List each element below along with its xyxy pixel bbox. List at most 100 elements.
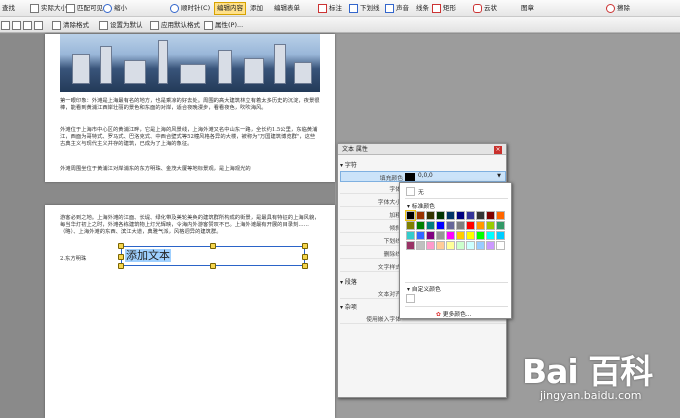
color-wheel-icon: ✿ <box>436 312 441 318</box>
color-swatch[interactable] <box>466 221 475 230</box>
color-swatch[interactable] <box>496 211 505 220</box>
fill-color-row[interactable]: 填充颜色 0,0,0 ▼ <box>340 171 506 182</box>
paragraph: 外滩位于上海市中心区的黄浦江畔，它是上海的风景线，上海外滩又名中山东一路，全长约… <box>60 127 318 147</box>
color-swatch[interactable] <box>466 241 475 250</box>
color-swatch[interactable] <box>426 211 435 220</box>
annotation-button[interactable]: 标注 <box>318 2 342 15</box>
resize-handle[interactable] <box>302 254 308 260</box>
color-swatch[interactable] <box>446 241 455 250</box>
resize-handle[interactable] <box>210 263 216 269</box>
color-swatch[interactable] <box>446 221 455 230</box>
color-swatch[interactable] <box>426 231 435 240</box>
properties-icon <box>204 21 213 30</box>
cloud-button[interactable]: 云状 <box>473 2 497 15</box>
chart-button[interactable]: 图章 <box>521 2 534 15</box>
color-swatch[interactable] <box>446 211 455 220</box>
color-swatch[interactable] <box>436 231 445 240</box>
color-swatch[interactable] <box>496 221 505 230</box>
align-left-icon <box>1 21 10 30</box>
align-buttons[interactable] <box>1 19 43 32</box>
color-swatch[interactable] <box>486 221 495 230</box>
document-page-1: 第一眼印象：外滩是上海最有名的地方，也是乘凉的好去处。周围的高大建筑林立有着太多… <box>45 34 335 182</box>
underline-icon <box>349 4 358 13</box>
clear-format-button[interactable]: 清除格式 <box>52 19 89 32</box>
arrange-button[interactable]: 查找 <box>2 2 15 15</box>
color-swatch[interactable] <box>486 241 495 250</box>
color-swatch[interactable] <box>476 221 485 230</box>
no-color-swatch[interactable] <box>406 187 415 196</box>
apply-default-format-button[interactable]: 应用默认格式 <box>150 19 200 32</box>
sound-button[interactable]: 声音 <box>385 2 409 15</box>
erase-button[interactable]: 擦除 <box>606 2 630 15</box>
pentagon-icon <box>473 4 482 13</box>
set-default-button[interactable]: 设置为默认 <box>99 19 143 32</box>
watermark-brand: Bai 百科 <box>522 352 653 391</box>
baidu-watermark: Bai 百科 jingyan.baidu.com <box>522 345 672 409</box>
color-swatch[interactable] <box>426 221 435 230</box>
color-swatch[interactable] <box>416 221 425 230</box>
color-swatch[interactable] <box>406 221 415 230</box>
color-swatch[interactable] <box>476 211 485 220</box>
edit-content-tab[interactable]: 编辑内容 <box>214 2 246 15</box>
actual-size-button[interactable]: 实际大小 <box>30 2 67 15</box>
color-swatch[interactable] <box>486 231 495 240</box>
zoom-out-button[interactable]: 缩小 <box>103 2 127 15</box>
edit-form-button[interactable]: 编辑表单 <box>274 2 300 15</box>
custom-color-swatch[interactable] <box>406 294 415 303</box>
color-swatch[interactable] <box>405 210 416 221</box>
color-swatch[interactable] <box>476 241 485 250</box>
rotate-cw-button[interactable]: 顺时针(C) <box>170 2 210 15</box>
city-skyline-photo <box>60 34 320 92</box>
watermark-url: jingyan.baidu.com <box>540 389 642 402</box>
color-swatch[interactable] <box>426 241 435 250</box>
color-swatch[interactable] <box>456 221 465 230</box>
section-paragraph[interactable]: ▾ 段落 <box>340 277 357 286</box>
resize-handle[interactable] <box>302 243 308 249</box>
color-swatch[interactable] <box>486 211 495 220</box>
color-swatch[interactable] <box>496 241 505 250</box>
fill-label: 填充颜色 <box>379 176 403 182</box>
no-color-label[interactable]: 无 <box>418 187 424 196</box>
lines-button[interactable]: 线条 <box>416 2 429 15</box>
rectangle-button[interactable]: 矩形 <box>432 2 456 15</box>
close-icon[interactable]: × <box>494 146 502 154</box>
color-swatch[interactable] <box>436 241 445 250</box>
color-swatch[interactable] <box>416 211 425 220</box>
more-colors-button[interactable]: ✿ 更多颜色... <box>436 309 471 318</box>
color-palette-dropdown: 无 ▾ 标准颜色 ▾ 自定义颜色 ✿ 更多颜色... <box>399 182 512 319</box>
color-swatch[interactable] <box>496 231 505 240</box>
properties-button[interactable]: 属性(P)... <box>204 19 243 32</box>
color-swatch[interactable] <box>466 231 475 240</box>
chevron-down-icon[interactable]: ▼ <box>497 173 501 179</box>
color-swatch[interactable] <box>406 231 415 240</box>
add-button[interactable]: 添加 <box>250 2 263 15</box>
rotate-icon <box>170 4 179 13</box>
resize-handle[interactable] <box>118 263 124 269</box>
paragraph: 第一眼印象：外滩是上海最有名的地方，也是乘凉的好去处。周围的高大建筑林立有着太多… <box>60 98 320 111</box>
align-center-icon <box>12 21 21 30</box>
rectangle-icon <box>432 4 441 13</box>
custom-colors-label: ▾ 自定义颜色 <box>407 287 441 293</box>
resize-handle[interactable] <box>302 263 308 269</box>
color-swatch[interactable] <box>476 231 485 240</box>
color-swatch[interactable] <box>446 231 455 240</box>
color-swatch[interactable] <box>416 241 425 250</box>
resize-handle[interactable] <box>210 243 216 249</box>
section-char[interactable]: ▾ 字符 <box>340 160 357 169</box>
resize-handle[interactable] <box>118 243 124 249</box>
section-misc[interactable]: ▾ 杂项 <box>340 302 357 311</box>
selected-text[interactable]: 添加文本 <box>125 249 171 262</box>
color-swatch[interactable] <box>466 211 475 220</box>
color-swatch[interactable] <box>456 211 465 220</box>
underline-button[interactable]: 下划线 <box>349 2 380 15</box>
fit-visible-button[interactable]: 匹配可见 <box>66 2 103 15</box>
annotation-icon <box>318 4 327 13</box>
resize-handle[interactable] <box>118 254 124 260</box>
color-swatch[interactable] <box>456 231 465 240</box>
align-justify-icon <box>34 21 43 30</box>
color-swatch[interactable] <box>406 241 415 250</box>
color-swatch[interactable] <box>416 231 425 240</box>
color-swatch[interactable] <box>456 241 465 250</box>
color-swatch[interactable] <box>436 211 445 220</box>
color-swatch[interactable] <box>436 221 445 230</box>
